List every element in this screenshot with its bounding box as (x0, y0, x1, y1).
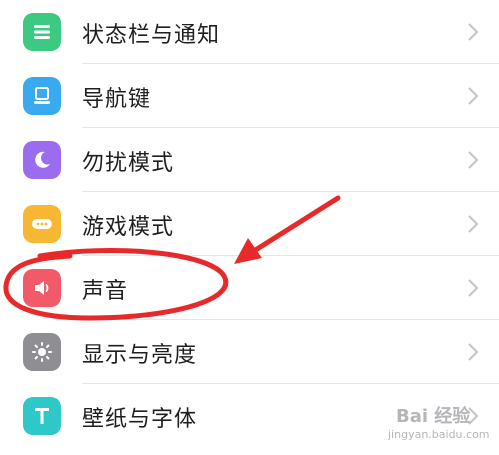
moon-icon (23, 141, 61, 179)
chevron-right-icon (468, 215, 479, 233)
settings-item-status-bar-notification[interactable]: 状态栏与通知 (0, 0, 499, 64)
settings-item-label: 壁纸与字体 (82, 407, 198, 432)
settings-item-label: 状态栏与通知 (82, 23, 221, 48)
brightness-icon (23, 333, 61, 371)
watermark: Bai 经验 jingyan.baidu.com (368, 402, 493, 450)
gamepad-icon (23, 205, 61, 243)
font-t-icon (23, 397, 61, 435)
chevron-right-icon (468, 343, 479, 361)
chevron-right-icon (468, 151, 479, 169)
settings-item-label: 声音 (82, 279, 129, 304)
notification-list-icon (23, 13, 61, 51)
chevron-right-icon (468, 23, 479, 41)
chevron-right-icon (468, 87, 479, 105)
settings-item-label: 导航键 (82, 87, 152, 112)
settings-item-display-brightness[interactable]: 显示与亮度 (0, 320, 499, 384)
settings-list: 状态栏与通知 导航键 勿扰模式 游戏模式 声音 显示与亮度 壁纸与字体 (0, 0, 499, 455)
settings-item-label: 游戏模式 (82, 215, 175, 240)
settings-item-do-not-disturb[interactable]: 勿扰模式 (0, 128, 499, 192)
settings-item-label: 显示与亮度 (82, 343, 198, 368)
settings-item-sound[interactable]: 声音 (0, 256, 499, 320)
chevron-right-icon (468, 279, 479, 297)
settings-item-label: 勿扰模式 (82, 151, 175, 176)
settings-item-game-mode[interactable]: 游戏模式 (0, 192, 499, 256)
navigation-key-icon (23, 77, 61, 115)
speaker-icon (23, 269, 61, 307)
watermark-sub: jingyan.baidu.com (388, 428, 490, 441)
watermark-main: Bai 经验 (396, 406, 471, 427)
settings-item-navigation-keys[interactable]: 导航键 (0, 64, 499, 128)
